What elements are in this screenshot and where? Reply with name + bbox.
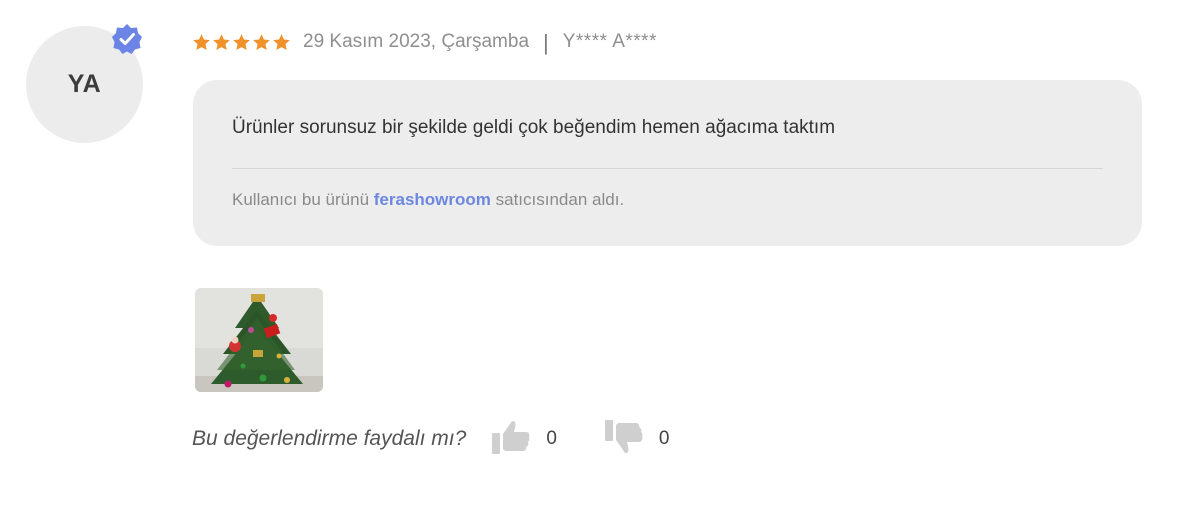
star-icon xyxy=(233,33,250,50)
like-button[interactable]: 0 xyxy=(490,418,557,461)
dislike-button[interactable]: 0 xyxy=(603,418,670,461)
review-photo[interactable] xyxy=(195,288,323,392)
review-comment: Ürünler sorunsuz bir şekilde geldi çok b… xyxy=(232,117,836,138)
star-icon xyxy=(273,33,290,50)
review-bubble: Ürünler sorunsuz bir şekilde geldi çok b… xyxy=(193,80,1142,246)
review-header: 29 Kasım 2023, Çarşamba | Y**** A**** xyxy=(192,28,657,56)
like-count: 0 xyxy=(546,428,557,449)
verified-badge-icon xyxy=(110,22,144,56)
seller-suffix: satıcısından aldı. xyxy=(490,190,625,209)
review-date: 29 Kasım 2023, Çarşamba xyxy=(303,31,530,52)
avatar-initials: YA xyxy=(67,70,102,98)
thumbs-up-icon xyxy=(490,418,532,461)
star-rating xyxy=(192,33,291,52)
star-icon xyxy=(193,33,210,50)
divider xyxy=(232,168,1103,169)
thumbs-down-icon xyxy=(603,418,645,461)
header-separator: | xyxy=(543,30,549,55)
seller-prefix: Kullanıcı bu ürünü xyxy=(232,190,374,209)
christmas-tree-photo xyxy=(195,288,323,392)
helpful-question: Bu değerlendirme faydalı mı? xyxy=(192,427,467,450)
star-icon xyxy=(213,33,230,50)
dislike-count: 0 xyxy=(658,428,670,449)
seller-link[interactable]: ferashowroom xyxy=(374,190,491,209)
review-author: Y**** A**** xyxy=(562,31,657,52)
seller-info: Kullanıcı bu ürünü ferashowroom satıcısı… xyxy=(232,190,624,210)
helpful-section: Bu değerlendirme faydalı mı? 0 0 xyxy=(192,418,670,461)
star-icon xyxy=(253,33,270,50)
